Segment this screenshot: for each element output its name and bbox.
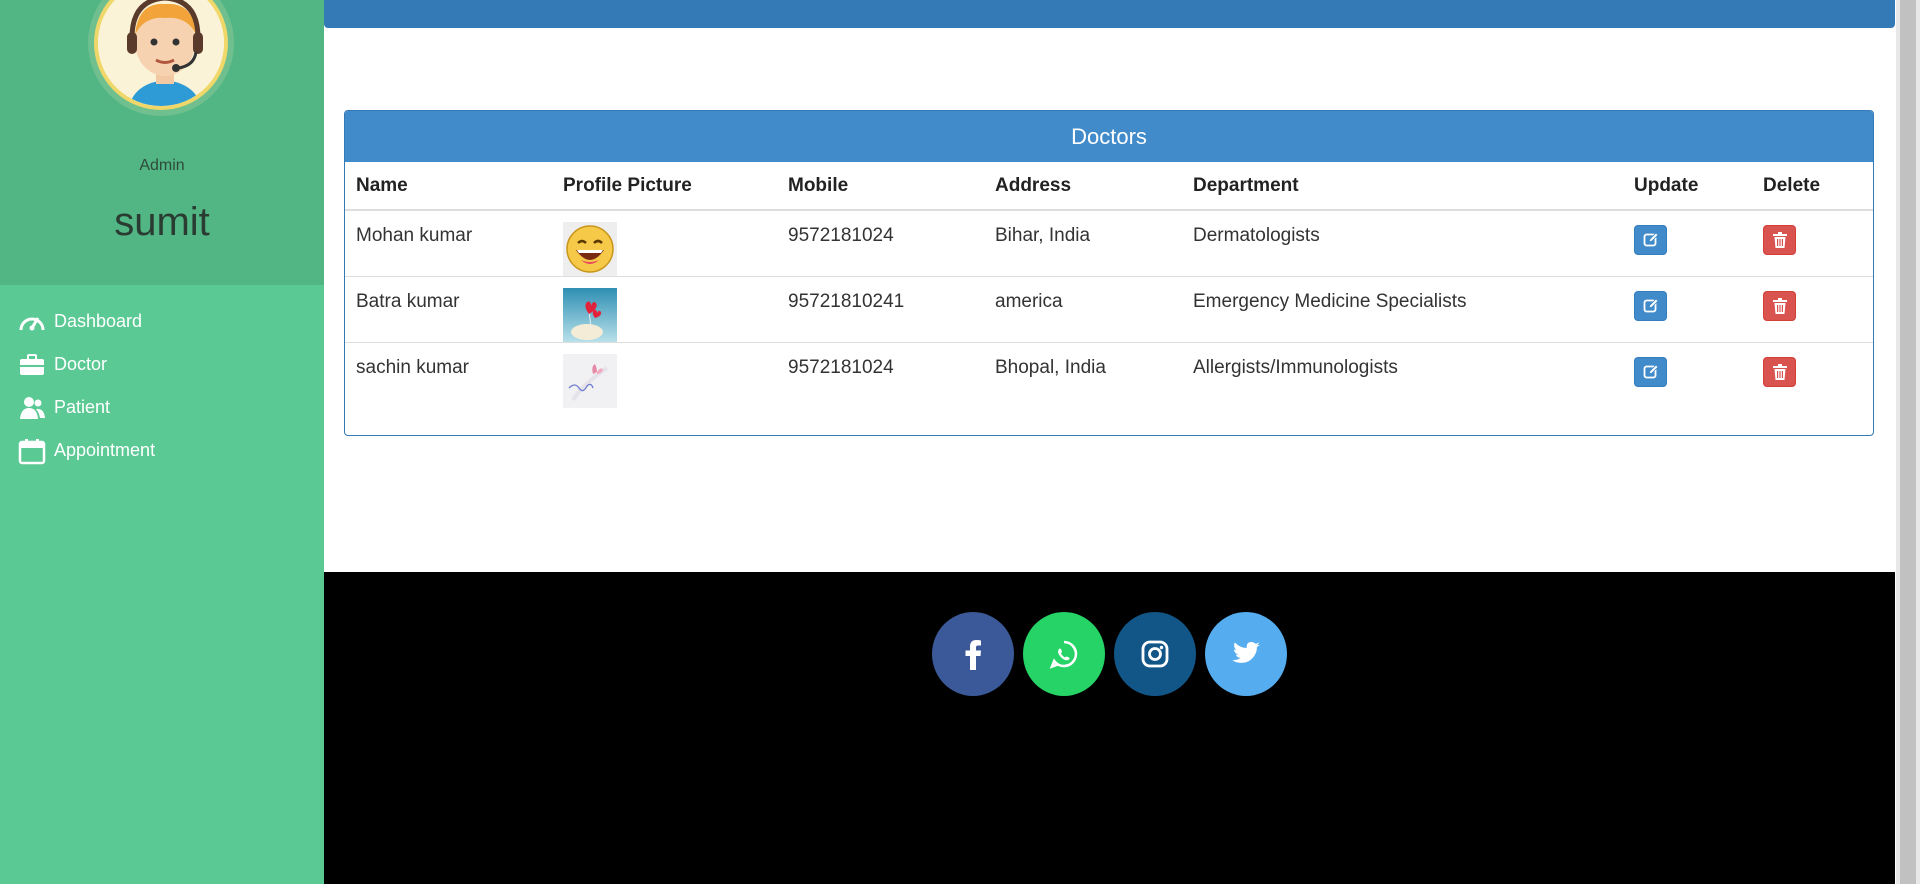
sidebar-item-appointment[interactable]: Appointment bbox=[18, 429, 155, 472]
column-header: Address bbox=[984, 162, 1182, 211]
sidebar-nav: Dashboard Doctor Patient Appointment bbox=[18, 300, 155, 472]
delete-button[interactable] bbox=[1763, 225, 1796, 255]
column-header: Update bbox=[1623, 162, 1752, 211]
doctor-department: Allergists/Immunologists bbox=[1182, 342, 1623, 408]
sidebar-item-label: Doctor bbox=[54, 354, 108, 374]
table-row: Batra kumar 95721810241 america Emergenc… bbox=[345, 276, 1873, 343]
instagram-icon bbox=[1141, 640, 1169, 668]
doctor-address: america bbox=[984, 276, 1182, 343]
facebook-icon bbox=[965, 640, 981, 670]
panel-title: Doctors bbox=[345, 111, 1873, 162]
facebook-button[interactable] bbox=[932, 612, 1014, 696]
briefcase-icon bbox=[20, 353, 44, 375]
speedometer-icon bbox=[19, 316, 45, 330]
edit-icon bbox=[1643, 364, 1659, 379]
update-button[interactable] bbox=[1634, 357, 1667, 387]
doctor-mobile: 95721810241 bbox=[777, 276, 984, 343]
top-bar bbox=[324, 0, 1895, 28]
delete-cell bbox=[1752, 342, 1873, 408]
update-cell bbox=[1623, 276, 1752, 343]
profile-picture bbox=[563, 222, 617, 276]
doctor-department: Dermatologists bbox=[1182, 209, 1623, 277]
column-header: Profile Picture bbox=[552, 162, 777, 211]
profile-picture bbox=[563, 354, 617, 408]
delete-button[interactable] bbox=[1763, 291, 1796, 321]
update-cell bbox=[1623, 342, 1752, 408]
avatar-image bbox=[94, 0, 228, 110]
delete-cell bbox=[1752, 209, 1873, 277]
sidebar-item-dashboard[interactable]: Dashboard bbox=[18, 300, 155, 343]
edit-icon bbox=[1643, 298, 1659, 313]
column-header: Delete bbox=[1752, 162, 1873, 211]
profile-picture-cell bbox=[552, 342, 777, 408]
sidebar-profile: Admin sumit bbox=[0, 0, 324, 285]
twitter-button[interactable] bbox=[1205, 612, 1287, 696]
table-row: Mohan kumar 9572181024 Bihar, India Derm… bbox=[345, 209, 1873, 277]
sidebar-item-label: Dashboard bbox=[54, 311, 143, 331]
delete-cell bbox=[1752, 276, 1873, 343]
sidebar: Admin sumit Dashboard Doctor Patient App… bbox=[0, 0, 324, 884]
doctors-table: Name Profile Picture Mobile Address Depa… bbox=[345, 162, 1873, 408]
update-button[interactable] bbox=[1634, 225, 1667, 255]
doctor-name: sachin kumar bbox=[345, 342, 552, 408]
trash-icon bbox=[1772, 298, 1787, 314]
sidebar-item-doctor[interactable]: Doctor bbox=[18, 343, 155, 386]
doctor-address: Bihar, India bbox=[984, 209, 1182, 277]
doctor-mobile: 9572181024 bbox=[777, 342, 984, 408]
users-icon bbox=[20, 396, 45, 419]
table-row: sachin kumar 9572181024 Bhopal, India Al… bbox=[345, 342, 1873, 408]
profile-picture-cell bbox=[552, 276, 777, 343]
scrollbar-thumb[interactable] bbox=[1900, 0, 1916, 884]
doctor-department: Emergency Medicine Specialists bbox=[1182, 276, 1623, 343]
user-role: Admin bbox=[139, 157, 185, 174]
table-header-row: Name Profile Picture Mobile Address Depa… bbox=[345, 162, 1873, 211]
user-name: sumit bbox=[114, 200, 210, 244]
column-header: Mobile bbox=[777, 162, 984, 211]
trash-icon bbox=[1772, 364, 1787, 380]
profile-picture bbox=[563, 288, 617, 342]
whatsapp-button[interactable] bbox=[1023, 612, 1105, 696]
doctor-address: Bhopal, India bbox=[984, 342, 1182, 408]
twitter-icon bbox=[1232, 642, 1260, 663]
doctor-name: Batra kumar bbox=[345, 276, 552, 343]
profile-picture-cell bbox=[552, 209, 777, 277]
column-header: Department bbox=[1182, 162, 1623, 211]
whatsapp-icon bbox=[1049, 640, 1078, 669]
footer bbox=[324, 572, 1895, 884]
doctor-name: Mohan kumar bbox=[345, 209, 552, 277]
doctor-mobile: 9572181024 bbox=[777, 209, 984, 277]
delete-button[interactable] bbox=[1763, 357, 1796, 387]
calendar-icon bbox=[18, 438, 46, 464]
trash-icon bbox=[1772, 232, 1787, 248]
instagram-button[interactable] bbox=[1114, 612, 1196, 696]
edit-icon bbox=[1643, 232, 1659, 247]
update-cell bbox=[1623, 209, 1752, 277]
column-header: Name bbox=[345, 162, 552, 211]
doctors-panel: Doctors Name Profile Picture Mobile Addr… bbox=[344, 110, 1874, 436]
sidebar-item-label: Appointment bbox=[54, 440, 156, 460]
avatar bbox=[88, 0, 234, 116]
sidebar-item-patient[interactable]: Patient bbox=[18, 386, 155, 429]
sidebar-item-label: Patient bbox=[54, 397, 111, 417]
update-button[interactable] bbox=[1634, 291, 1667, 321]
